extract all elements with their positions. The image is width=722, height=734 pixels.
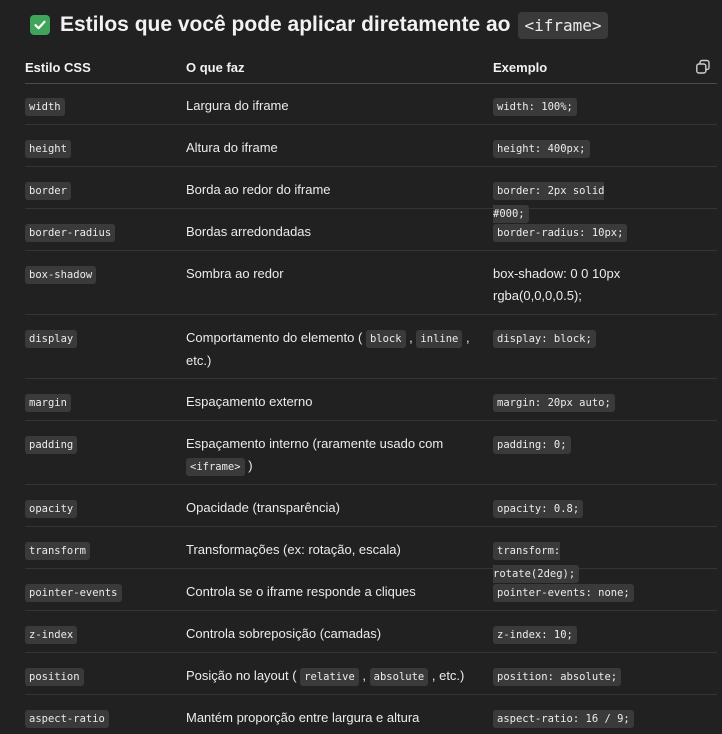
property-description: Controla se o iframe responde a cliques	[186, 584, 416, 599]
example-code: padding: 0;	[493, 436, 571, 454]
table-row: width Largura do iframe width: 100%;	[25, 83, 717, 125]
inline-code-value: inline	[416, 330, 463, 348]
copy-icon[interactable]	[695, 59, 711, 75]
inline-code-value: relative	[300, 668, 359, 686]
property-description: Controla sobreposição (camadas)	[186, 626, 382, 641]
table-row: margin Espaçamento externo margin: 20px …	[25, 379, 717, 421]
example-code: pointer-events: none;	[493, 584, 634, 602]
property-code: z-index	[25, 626, 78, 644]
property-code: width	[25, 98, 65, 116]
property-code: margin	[25, 394, 71, 412]
table-row: transform Transformações (ex: rotação, e…	[25, 527, 717, 583]
property-code: border-radius	[25, 224, 116, 242]
table-row: position Posição no layout ( relative , …	[25, 653, 717, 695]
example-code: aspect-ratio: 16 / 9;	[493, 710, 634, 728]
example-code: display: block;	[493, 330, 596, 348]
property-code: height	[25, 140, 71, 158]
table-row: border Borda ao redor do iframe border: …	[25, 167, 717, 223]
table-row: opacity Opacidade (transparência) opacit…	[25, 485, 717, 527]
property-code: display	[25, 330, 78, 348]
property-description: Bordas arredondadas	[186, 224, 312, 239]
table-row: border-radius Bordas arredondadas border…	[25, 209, 717, 251]
property-code: padding	[25, 436, 78, 454]
table-row: height Altura do iframe height: 400px;	[25, 125, 717, 167]
example-code: border-radius: 10px;	[493, 224, 628, 242]
inline-code-value: <iframe>	[186, 458, 245, 476]
property-description: Sombra ao redor	[186, 266, 284, 281]
property-code: position	[25, 668, 84, 686]
page: Estilos que você pode aplicar diretament…	[0, 0, 722, 734]
property-description: Borda ao redor do iframe	[186, 182, 331, 197]
inline-code-value: block	[365, 330, 406, 348]
example-code: position: absolute;	[493, 668, 622, 686]
property-description: Mantém proporção entre largura e altura	[186, 710, 420, 725]
property-description: Comportamento do elemento ( block , inli…	[186, 330, 470, 368]
example-code-continued: rgba(0,0,0,0.5);	[493, 288, 582, 303]
table-header: Estilo CSS O que faz Exemplo	[25, 51, 717, 84]
property-description: Opacidade (transparência)	[186, 500, 340, 515]
heading-text: Estilos que você pode aplicar diretament…	[60, 13, 511, 36]
property-code: box-shadow	[25, 266, 97, 284]
table-body: width Largura do iframe width: 100%; hei…	[25, 83, 717, 734]
example-code: opacity: 0.8;	[493, 500, 584, 518]
property-description: Largura do iframe	[186, 98, 289, 113]
property-description: Transformações (ex: rotação, escala)	[186, 542, 401, 557]
table-row: display Comportamento do elemento ( bloc…	[25, 315, 717, 379]
table-row: z-index Controla sobreposição (camadas) …	[25, 611, 717, 653]
property-description: Altura do iframe	[186, 140, 278, 155]
property-description: Espaçamento externo	[186, 394, 313, 409]
check-icon	[30, 15, 50, 35]
heading-code: <iframe>	[518, 11, 608, 39]
property-code: opacity	[25, 500, 78, 518]
property-description: Espaçamento interno (raramente usado com…	[186, 433, 476, 478]
example-code: margin: 20px auto;	[493, 394, 615, 412]
table-row: padding Espaçamento interno (raramente u…	[25, 421, 717, 485]
example-code: width: 100%;	[493, 98, 577, 116]
column-header-example: Exemplo	[493, 60, 548, 75]
table-row: aspect-ratio Mantém proporção entre larg…	[25, 695, 717, 734]
property-code: border	[25, 182, 71, 200]
table-row: box-shadow Sombra ao redor box-shadow: 0…	[25, 251, 717, 315]
property-description: Posição no layout ( relative , absolute …	[186, 665, 476, 688]
inline-code-value: absolute	[369, 668, 429, 686]
table-row: pointer-events Controla se o iframe resp…	[25, 569, 717, 611]
property-code: pointer-events	[25, 584, 122, 602]
property-code: transform	[25, 542, 90, 560]
example-code: z-index: 10;	[493, 626, 577, 644]
example-code: box-shadow: 0 0 10px	[493, 266, 621, 281]
section-heading: Estilos que você pode aplicar diretament…	[30, 10, 608, 40]
property-code: aspect-ratio	[25, 710, 109, 728]
column-header-description: O que faz	[186, 60, 245, 75]
example-code: height: 400px;	[493, 140, 590, 158]
column-header-style: Estilo CSS	[25, 60, 91, 75]
